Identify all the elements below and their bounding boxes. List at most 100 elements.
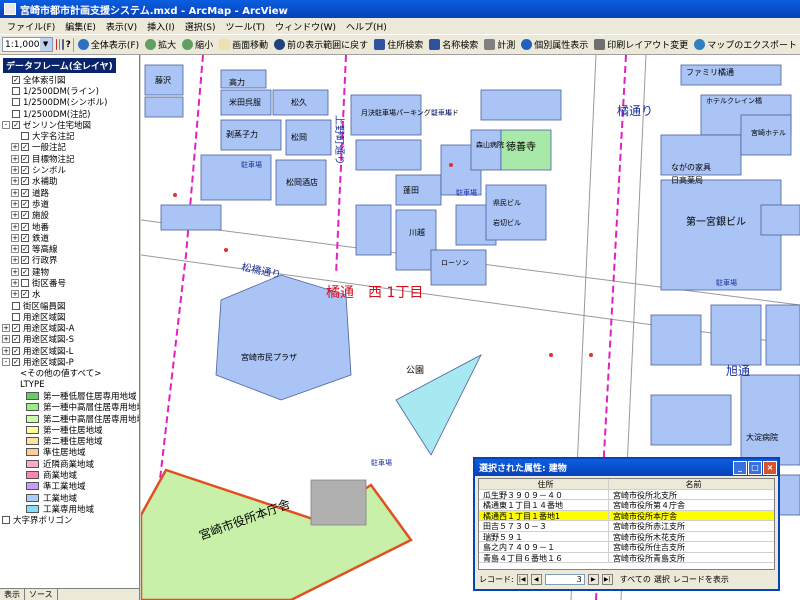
tool-icon[interactable] [62, 39, 64, 50]
minimize-icon[interactable]: _ [733, 460, 747, 475]
layer-item[interactable]: 1/2500DM(シンボル) [0, 97, 139, 108]
layer-checkbox[interactable]: ✓ [21, 245, 29, 254]
menu-window[interactable]: ウィンドウ(W) [270, 20, 341, 33]
address-search-button[interactable]: 住所検索 [371, 37, 426, 53]
layer-item[interactable]: 1/2500DM(ライン) [0, 85, 139, 97]
layer-item[interactable]: <その他の値すべて> [0, 368, 139, 379]
last-record-icon[interactable]: ▶| [601, 573, 613, 585]
menu-help[interactable]: ヘルプ(H) [341, 20, 392, 33]
table-row[interactable]: 橘通東１丁目１４番地 宮崎市役所第４庁舎 [479, 500, 774, 511]
tool-icon[interactable] [58, 39, 61, 50]
expand-icon[interactable]: + [11, 154, 19, 163]
table-row[interactable]: 橘通西１丁目１番地1 宮崎市役所本庁舎 [479, 510, 774, 521]
first-record-icon[interactable]: |◀ [516, 573, 528, 585]
layer-checkbox[interactable] [21, 278, 29, 287]
layer-checkbox[interactable]: ✓ [12, 75, 20, 84]
layer-checkbox[interactable]: ✓ [21, 290, 29, 299]
layer-checkbox[interactable]: ✓ [12, 346, 20, 355]
layer-item[interactable]: LTYPE [0, 379, 139, 390]
expand-icon[interactable]: + [2, 346, 10, 355]
map-export-button[interactable]: マップのエクスポート [691, 37, 800, 53]
layer-checkbox[interactable]: ✓ [21, 233, 29, 242]
layer-item[interactable]: + ✓ 歩道 [0, 198, 139, 210]
data-frame-header[interactable]: データフレーム(全レイヤ) [3, 58, 116, 73]
table-row[interactable]: 島之内７４０９－１ 宮崎市役所住吉支所 [479, 542, 774, 553]
layer-item[interactable]: + ✓ 水補助 [0, 176, 139, 187]
layer-checkbox[interactable] [12, 86, 20, 95]
layer-item[interactable]: 大字界ポリゴン [0, 515, 139, 526]
layer-item[interactable]: + ✓ 道路 [0, 187, 139, 199]
collapse-icon[interactable]: - [2, 120, 10, 129]
layer-checkbox[interactable] [21, 132, 29, 141]
layer-item[interactable]: 用途区域図 [0, 311, 139, 323]
layer-checkbox[interactable] [2, 516, 10, 525]
tab-display[interactable]: 表示 [0, 589, 25, 600]
maximize-icon[interactable]: □ [748, 460, 762, 475]
layer-item[interactable]: + ✓ 水 [0, 289, 139, 300]
table-row[interactable]: 青島４丁目６番地１６ 宮崎市役所青島支所 [479, 552, 774, 563]
layer-item[interactable]: - ✓ ゼンリン住宅地図 [0, 119, 139, 131]
expand-icon[interactable]: + [2, 335, 10, 344]
scale-dropdown[interactable]: 1:1,000 ▼ [2, 37, 53, 52]
layer-checkbox[interactable]: ✓ [21, 143, 29, 152]
layer-checkbox[interactable]: ✓ [21, 222, 29, 231]
layer-item[interactable]: + ✓ 行政界 [0, 255, 139, 266]
menu-insert[interactable]: 挿入(I) [142, 20, 180, 33]
show-all-button[interactable]: すべての [620, 574, 651, 585]
expand-icon[interactable]: + [11, 177, 19, 186]
tool-icon[interactable] [55, 39, 57, 50]
layer-checkbox[interactable] [12, 312, 20, 321]
layer-item[interactable]: + ✓ 用途区域図-A [0, 323, 139, 334]
close-icon[interactable]: × [763, 460, 777, 475]
table-row[interactable]: 瓜生野３９０９－４０ 宮崎市役所北支所 [479, 489, 774, 500]
layer-item[interactable]: + ✓ 建物 [0, 266, 139, 278]
expand-icon[interactable]: + [11, 256, 19, 265]
layer-item[interactable]: + ✓ 地番 [0, 221, 139, 233]
expand-icon[interactable]: + [11, 290, 19, 299]
layer-checkbox[interactable]: ✓ [21, 154, 29, 163]
print-layout-button[interactable]: 印刷レイアウト変更 [591, 37, 691, 53]
record-number-input[interactable]: 3 [544, 573, 585, 585]
layer-checkbox[interactable] [12, 109, 20, 118]
zoom-in-button[interactable]: 拡大 [142, 37, 179, 53]
layer-checkbox[interactable]: ✓ [12, 358, 20, 367]
expand-icon[interactable]: + [11, 222, 19, 231]
expand-icon[interactable]: + [11, 188, 19, 197]
prev-extent-button[interactable]: 前の表示範囲に戻す [271, 37, 371, 53]
layer-item[interactable]: - ✓ 用途区域図-P [0, 356, 139, 368]
tab-source[interactable]: ソース [25, 589, 58, 600]
menu-view[interactable]: 表示(V) [101, 20, 142, 33]
measure-button[interactable]: 計測 [481, 37, 518, 53]
layer-item[interactable]: + 街区番号 [0, 277, 139, 289]
menu-select[interactable]: 選択(S) [180, 20, 221, 33]
chevron-down-icon[interactable]: ▼ [39, 38, 52, 51]
layer-checkbox[interactable]: ✓ [12, 324, 20, 333]
layer-checkbox[interactable]: ✓ [12, 335, 20, 344]
zoom-out-button[interactable]: 縮小 [179, 37, 216, 53]
layer-checkbox[interactable]: ✓ [21, 199, 29, 208]
expand-icon[interactable]: + [11, 245, 19, 254]
layer-checkbox[interactable]: ✓ [21, 267, 29, 276]
layer-item[interactable]: 大字名注記 [0, 130, 139, 142]
layer-checkbox[interactable]: ✓ [21, 211, 29, 220]
next-record-icon[interactable]: ▶ [587, 573, 599, 585]
layer-item[interactable]: + ✓ 目標物注記 [0, 153, 139, 165]
layer-checkbox[interactable] [12, 98, 20, 107]
layer-checkbox[interactable]: ✓ [21, 256, 29, 265]
collapse-icon[interactable]: - [2, 358, 10, 367]
layer-item[interactable]: + ✓ シンボル [0, 164, 139, 176]
layer-item[interactable]: 1/2500DM(注記) [0, 108, 139, 120]
column-header-name[interactable]: 名前 [609, 479, 774, 489]
menu-edit[interactable]: 編集(E) [60, 20, 101, 33]
layer-item[interactable]: + ✓ 用途区域図-S [0, 334, 139, 345]
show-selected-button[interactable]: 選択 [654, 574, 670, 585]
column-header-address[interactable]: 住所 [479, 479, 609, 489]
expand-icon[interactable]: + [11, 267, 19, 276]
table-row[interactable]: 田吉５７３０－３ 宮崎市役所赤江支所 [479, 521, 774, 532]
layer-item[interactable]: + ✓ 施設 [0, 210, 139, 221]
layer-checkbox[interactable]: ✓ [12, 120, 20, 129]
layer-checkbox[interactable] [12, 301, 20, 310]
attr-window-titlebar[interactable]: 選択された属性: 建物 _ □ × [475, 459, 778, 476]
expand-icon[interactable]: + [11, 211, 19, 220]
expand-icon[interactable]: + [11, 278, 19, 287]
